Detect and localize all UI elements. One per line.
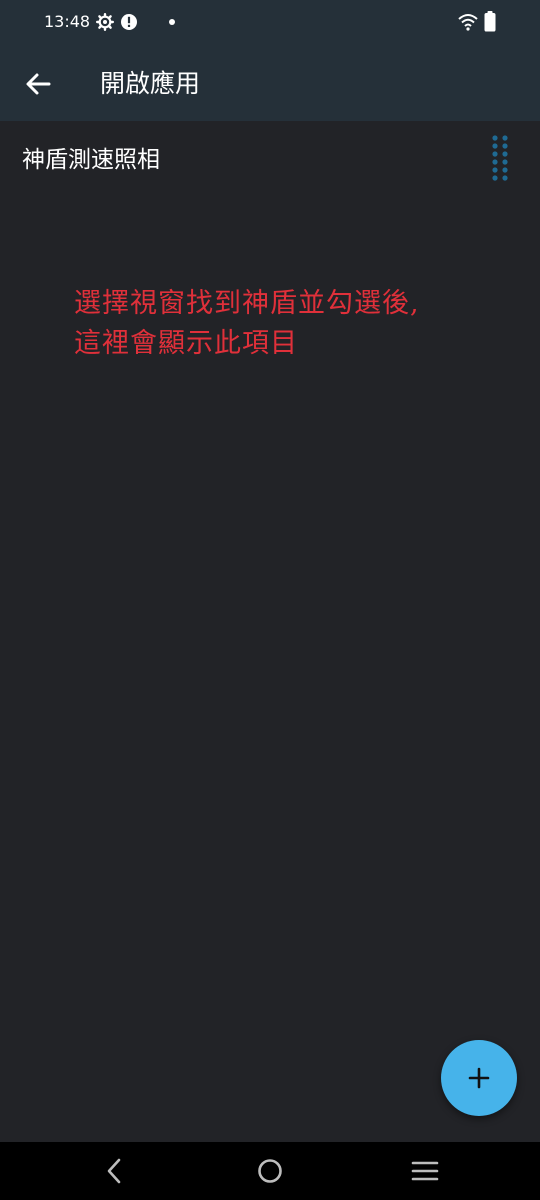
annotation-text: 選擇視窗找到神盾並勾選後, 這裡會顯示此項目: [74, 284, 474, 364]
add-app-button[interactable]: [441, 1040, 517, 1116]
notification-dot-icon: [169, 19, 175, 25]
nav-home-icon[interactable]: [255, 1156, 285, 1186]
wifi-icon: [458, 14, 478, 31]
plus-icon: [468, 1067, 490, 1089]
list-item-label: 神盾測速照相: [22, 147, 160, 173]
back-button[interactable]: [20, 66, 56, 102]
alert-circle-icon: [121, 14, 137, 30]
battery-icon: [484, 11, 496, 32]
annotation-line-2: 這裡會顯示此項目: [74, 328, 298, 359]
status-time: 13:48: [44, 12, 91, 31]
page-title: 開啟應用: [100, 69, 201, 98]
drag-handle-icon[interactable]: [486, 133, 514, 185]
system-nav-bar: [0, 1142, 540, 1200]
settings-gear-icon: [96, 13, 114, 31]
app-bar: 開啟應用: [0, 46, 540, 121]
arrow-back-icon: [26, 73, 51, 95]
list-item[interactable]: 神盾測速照相: [0, 121, 540, 201]
status-bar: 13:48: [0, 0, 540, 46]
nav-recents-icon[interactable]: [410, 1156, 440, 1186]
annotation-line-1: 選擇視窗找到神盾並勾選後,: [74, 288, 420, 319]
nav-back-icon[interactable]: [99, 1156, 129, 1186]
